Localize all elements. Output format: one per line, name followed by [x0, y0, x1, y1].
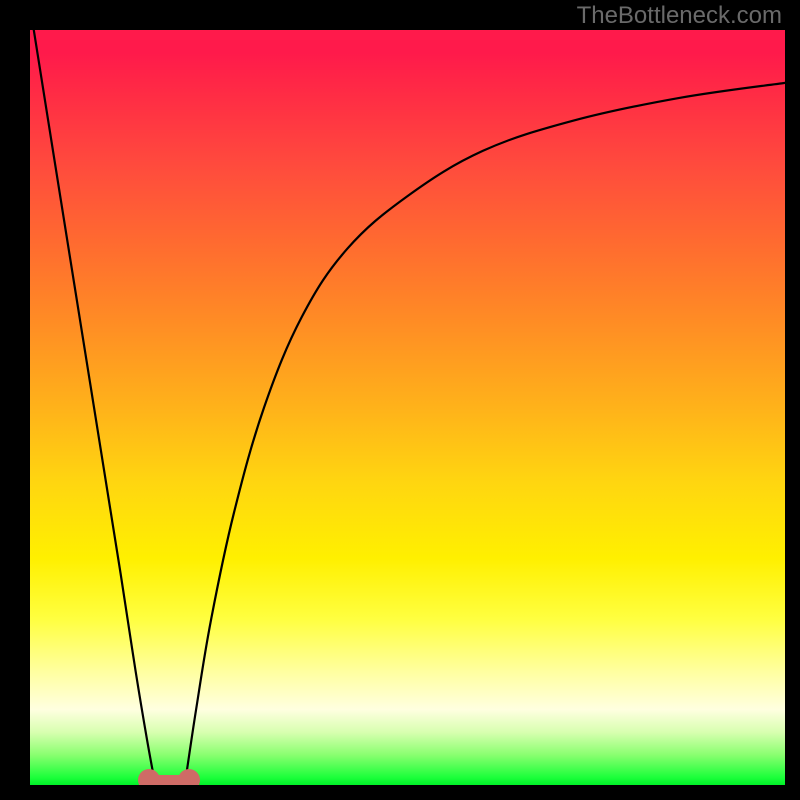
- right-branch-curve: [185, 83, 785, 785]
- valley-marker-bridge: [149, 775, 188, 785]
- curve-layer: [30, 30, 785, 785]
- plot-area: [30, 30, 785, 785]
- left-branch-curve: [34, 30, 156, 785]
- watermark-text: TheBottleneck.com: [577, 2, 782, 30]
